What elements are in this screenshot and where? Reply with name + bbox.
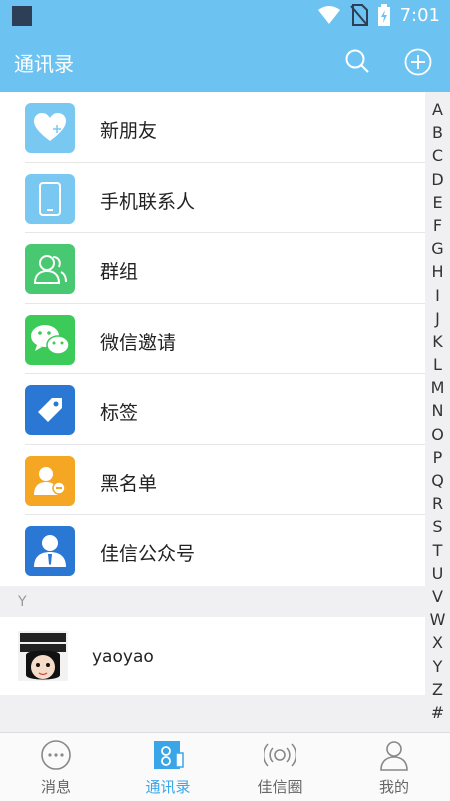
section-header: Y (0, 588, 425, 617)
no-sim-icon (349, 4, 368, 26)
index-letter[interactable]: G (431, 237, 443, 260)
index-letter[interactable]: Y (433, 655, 443, 678)
index-letter[interactable]: C (432, 144, 443, 167)
phone-icon (25, 173, 75, 224)
index-letter[interactable]: I (435, 284, 440, 307)
search-icon[interactable] (344, 48, 370, 74)
tab-messages[interactable]: 消息 (0, 733, 112, 801)
menu-item-label: 群组 (100, 261, 139, 283)
bottom-tab-bar: 消息 通讯录 佳信圈 我的 (0, 732, 450, 801)
tab-label: 消息 (40, 778, 71, 796)
person-icon (380, 741, 408, 771)
index-letter[interactable]: H (431, 260, 443, 283)
index-letter[interactable]: O (431, 423, 444, 446)
index-letter[interactable]: X (432, 631, 443, 654)
menu-item-new-friends[interactable]: 新朋友 (0, 92, 425, 163)
menu-item-label: 微信邀请 (100, 331, 177, 354)
tab-label: 我的 (378, 778, 409, 796)
page-title: 通讯录 (14, 52, 74, 76)
avatar (18, 631, 68, 681)
index-letter[interactable]: M (431, 376, 445, 399)
index-letter[interactable]: J (435, 307, 440, 330)
index-letter[interactable]: D (431, 168, 443, 191)
index-letter[interactable]: K (432, 330, 443, 353)
tab-profile[interactable]: 我的 (338, 733, 450, 801)
index-letter[interactable]: Q (431, 469, 444, 492)
status-bar: 7:01 (0, 0, 450, 32)
index-letter[interactable]: Z (432, 678, 443, 701)
tab-moments[interactable]: 佳信圈 (224, 733, 336, 801)
contacts-menu: 新朋友 手机联系人 群组 微信邀请 标签 黑名单 佳信公众号 (0, 92, 425, 586)
menu-item-label: 佳信公众号 (100, 543, 196, 565)
index-letter[interactable]: N (432, 399, 444, 422)
tag-icon (25, 385, 75, 435)
index-letter[interactable]: # (431, 701, 444, 724)
alphabet-index[interactable]: A B C D E F G H I J K L M N O P Q R S T U V W X Y Z # (425, 98, 450, 724)
official-account-icon (25, 526, 75, 576)
contacts-icon (154, 741, 184, 769)
index-letter[interactable]: W (430, 608, 446, 631)
index-letter[interactable]: L (433, 353, 442, 376)
tab-contacts[interactable]: 通讯录 (112, 733, 224, 801)
heart-plus-icon (25, 103, 75, 153)
broadcast-icon (264, 743, 296, 767)
contact-name: yaoyao (92, 647, 154, 667)
wechat-icon (25, 314, 75, 365)
index-letter[interactable]: T (433, 539, 443, 562)
status-time: 7:01 (399, 4, 440, 26)
index-letter[interactable]: A (432, 98, 443, 121)
app-bar: 通讯录 (0, 32, 450, 92)
menu-item-official-account[interactable]: 佳信公众号 (0, 515, 425, 586)
index-letter[interactable]: S (432, 515, 442, 538)
menu-item-groups[interactable]: 群组 (0, 233, 425, 304)
index-letter[interactable]: B (432, 121, 443, 144)
index-letter[interactable]: E (432, 191, 442, 214)
menu-item-label: 黑名单 (100, 472, 158, 495)
tab-label: 通讯录 (145, 778, 191, 796)
notification-icon (12, 6, 32, 26)
menu-item-label: 新朋友 (100, 120, 158, 142)
group-icon (25, 244, 75, 294)
index-letter[interactable]: V (432, 585, 443, 608)
menu-item-tags[interactable]: 标签 (0, 374, 425, 445)
wifi-icon (317, 6, 340, 24)
blacklist-icon (25, 455, 75, 506)
index-letter[interactable]: F (433, 214, 442, 237)
menu-item-label: 手机联系人 (100, 190, 196, 213)
index-letter[interactable]: R (432, 492, 443, 515)
index-letter[interactable]: P (433, 446, 443, 469)
contact-row[interactable]: yaoyao (0, 617, 425, 695)
menu-item-wechat-invite[interactable]: 微信邀请 (0, 303, 425, 374)
index-letter[interactable]: U (432, 562, 444, 585)
tab-label: 佳信圈 (257, 778, 303, 796)
plus-circle-icon[interactable] (404, 48, 432, 76)
battery-icon (377, 4, 390, 26)
section-letter: Y (18, 594, 27, 610)
menu-item-phone-contacts[interactable]: 手机联系人 (0, 162, 425, 233)
menu-item-blacklist[interactable]: 黑名单 (0, 444, 425, 515)
menu-item-label: 标签 (100, 402, 139, 424)
chat-bubble-icon (41, 740, 71, 770)
